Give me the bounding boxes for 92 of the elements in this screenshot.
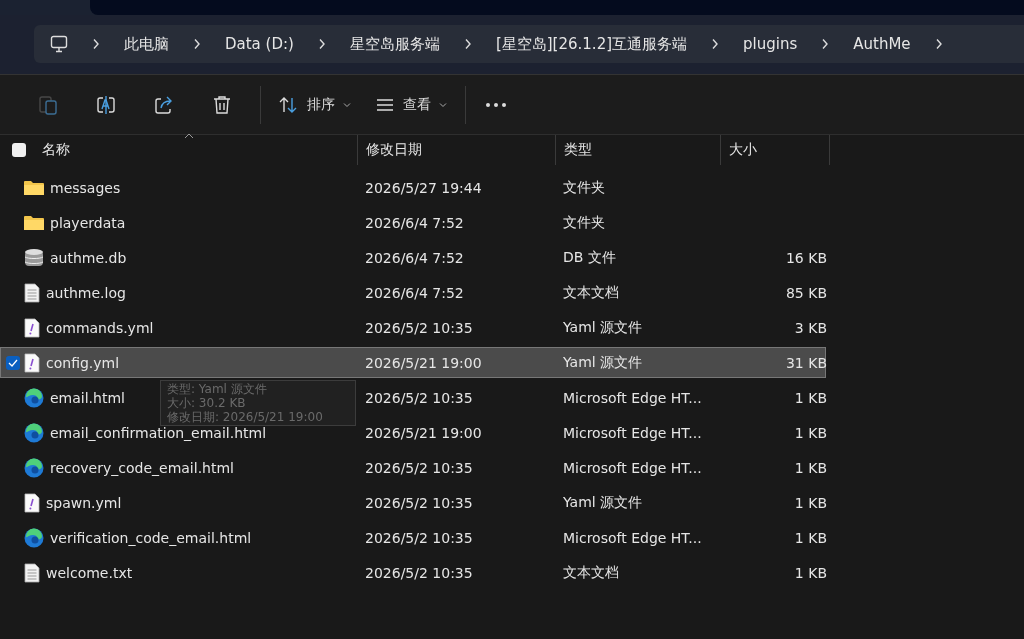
size-cell: 1 KB	[794, 529, 827, 546]
date-cell-text: 2026/5/21 19:00	[364, 424, 483, 441]
type-cell-text: 文本文档	[562, 283, 620, 302]
size-cell: 31 KB	[785, 354, 827, 371]
size-cell: 1 KB	[794, 494, 827, 511]
selected-row[interactable]: config.yml 2026/5/21 19:00 Yaml 源文件 31 KB	[0, 347, 826, 378]
yaml-file-icon	[24, 352, 40, 373]
file-name: config.yml	[46, 354, 120, 371]
date-cell-text: 2026/5/2 10:35	[364, 494, 474, 511]
file-name: email_confirmation_email.html	[50, 424, 267, 441]
trash-icon	[211, 93, 233, 116]
column-header[interactable]: 名称	[42, 135, 357, 165]
breadcrumb-item[interactable]: Data (D:)	[225, 35, 294, 53]
size-cell: 16 KB	[785, 249, 827, 266]
file-name: messages	[50, 179, 121, 196]
select-all-checkbox[interactable]	[12, 143, 26, 157]
type-cell-text: Yaml 源文件	[562, 493, 644, 512]
file-name: verification_code_email.html	[50, 529, 252, 546]
file-name: email.html	[50, 389, 125, 406]
date-cell-text: 2026/5/2 10:35	[364, 319, 474, 336]
view-button[interactable]: 查看	[369, 84, 453, 125]
size-cell: 1 KB	[794, 389, 827, 406]
type-cell-text: Microsoft Edge HT...	[562, 389, 703, 406]
type-cell-text: 文件夹	[562, 178, 606, 197]
breadcrumb-item[interactable]: [星空岛][26.1.2]互通服务端	[495, 34, 688, 54]
sort-caret-icon	[183, 133, 194, 139]
row-checkbox[interactable]	[6, 355, 20, 370]
type-cell-text: Microsoft Edge HT...	[562, 424, 703, 441]
database-icon	[24, 247, 44, 268]
chevron-icon	[463, 38, 472, 50]
edge-browser-icon	[24, 387, 44, 408]
size-cell: 3 KB	[794, 319, 827, 336]
date-cell-text: 2026/5/2 10:35	[364, 459, 474, 476]
file-name: authme.db	[50, 249, 127, 266]
yaml-file-icon	[24, 492, 40, 513]
file-name: playerdata	[50, 214, 126, 231]
chevron-icon	[821, 38, 830, 50]
date-cell-text: 2026/6/4 7:52	[364, 249, 465, 266]
rename-icon	[95, 93, 117, 116]
date-cell-text: 2026/5/21 19:00	[364, 354, 483, 371]
date-cell-text: 2026/5/27 19:44	[364, 179, 483, 196]
date-cell-text: 2026/6/4 7:52	[364, 284, 465, 301]
size-cell: 85 KB	[785, 284, 827, 301]
yaml-file-icon	[24, 317, 40, 338]
date-cell-text: 2026/5/2 10:35	[364, 564, 474, 581]
tooltip-line: 修改日期: 2026/5/21 19:00	[167, 410, 324, 424]
file-name: authme.log	[46, 284, 126, 301]
chevron-down-icon	[439, 101, 447, 108]
type-cell-text: Microsoft Edge HT...	[562, 529, 703, 546]
chevron-icon	[193, 38, 201, 50]
tooltip-line: 类型: Yaml 源文件	[167, 382, 268, 396]
breadcrumb-item[interactable]: 星空岛服务端	[349, 34, 440, 54]
type-cell-text: Yaml 源文件	[562, 353, 644, 372]
type-cell-text: Microsoft Edge HT...	[562, 459, 703, 476]
paste-icon	[37, 93, 59, 116]
file-name: spawn.yml	[46, 494, 122, 511]
sort-button[interactable]: 排序	[271, 84, 357, 125]
size-cell: 1 KB	[794, 459, 827, 476]
chevron-icon	[317, 38, 326, 50]
type-cell-text: Yaml 源文件	[562, 318, 644, 337]
date-cell-text: 2026/6/4 7:52	[364, 214, 465, 231]
file-name: commands.yml	[46, 319, 154, 336]
column-header[interactable]: 类型	[555, 135, 720, 165]
breadcrumb-item[interactable]: plugins	[743, 35, 798, 53]
computer-icon	[50, 35, 68, 53]
address-bar[interactable]: 此电脑 Data (D:) 星空岛服务端 [星空岛][26.1.2]互通服务端 plugins AuthMe	[34, 25, 1024, 63]
type-cell-text: 文件夹	[562, 213, 606, 232]
file-name: recovery_code_email.html	[50, 459, 234, 476]
size-cell: 1 KB	[794, 424, 827, 441]
type-cell-text: 文本文档	[562, 563, 620, 582]
chevron-icon	[92, 38, 100, 50]
chevron-icon	[934, 38, 943, 50]
chevron-icon	[711, 38, 720, 50]
edge-browser-icon	[24, 422, 44, 443]
breadcrumb-item[interactable]: 此电脑	[124, 34, 169, 54]
file-name: welcome.txt	[46, 564, 133, 581]
date-cell-text: 2026/5/2 10:35	[364, 529, 474, 546]
edge-browser-icon	[24, 527, 44, 548]
column-header[interactable]: 大小	[720, 135, 830, 165]
breadcrumb-item[interactable]: AuthMe	[853, 35, 911, 53]
text-file-icon	[24, 282, 40, 303]
column-header[interactable]: 修改日期	[357, 135, 555, 165]
tooltip-line: 大小: 30.2 KB	[167, 396, 247, 410]
edge-browser-icon	[24, 457, 44, 478]
text-file-icon	[24, 562, 40, 583]
folder-icon	[24, 179, 44, 196]
size-cell: 1 KB	[794, 564, 827, 581]
type-cell-text: DB 文件	[562, 248, 617, 267]
chevron-down-icon	[343, 101, 351, 108]
folder-icon	[24, 214, 44, 231]
date-cell-text: 2026/5/2 10:35	[364, 389, 474, 406]
more-icon	[485, 100, 507, 109]
